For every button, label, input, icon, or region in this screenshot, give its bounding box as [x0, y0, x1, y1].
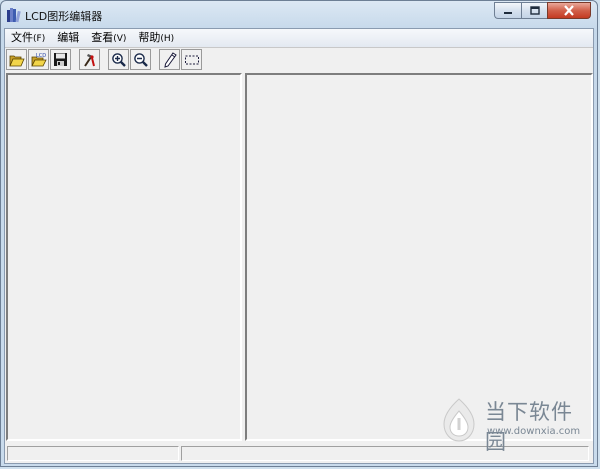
maximize-icon — [529, 6, 540, 15]
open-button[interactable] — [6, 49, 27, 70]
zoom-out-button[interactable] — [130, 49, 151, 70]
zoom-in-button[interactable] — [108, 49, 129, 70]
save-floppy-icon — [54, 53, 67, 66]
close-icon — [564, 5, 574, 16]
open-folder-icon — [8, 55, 25, 66]
menu-help-label: 帮助 — [138, 31, 161, 44]
menu-view-accel: (V) — [113, 34, 127, 44]
watermark-url: www.downxia.com — [487, 426, 581, 437]
menu-view[interactable]: 查看(V) — [85, 29, 132, 47]
maximize-button[interactable] — [521, 2, 547, 19]
select-rectangle-icon — [184, 55, 199, 64]
zoom-out-icon — [133, 52, 148, 67]
canvas-panel[interactable] — [245, 73, 593, 441]
caption-buttons — [494, 2, 591, 19]
left-panel[interactable] — [6, 73, 242, 441]
minimize-icon — [504, 11, 512, 14]
menu-view-label: 查看 — [91, 31, 114, 44]
open-lcd-button[interactable]: LCD — [28, 49, 49, 70]
menu-edit-label: 编辑 — [57, 31, 80, 44]
watermark-logo-icon — [443, 398, 475, 442]
save-button[interactable] — [50, 49, 71, 70]
tools-button[interactable] — [79, 49, 100, 70]
title-bar[interactable]: LCD图形编辑器 — [1, 1, 597, 29]
pencil-button[interactable] — [159, 49, 180, 70]
select-button[interactable] — [181, 49, 202, 70]
tools-icon — [83, 53, 95, 67]
watermark: 当下软件园 www.downxia.com — [435, 392, 585, 454]
pencil-icon — [163, 51, 177, 68]
menu-file-label: 文件 — [11, 31, 33, 44]
menu-edit[interactable]: 编辑 — [51, 29, 85, 47]
toolbar: LCD — [5, 48, 593, 71]
menu-file-accel: (F) — [33, 34, 46, 44]
app-books-icon — [7, 8, 21, 23]
menu-file[interactable]: 文件(F) — [5, 29, 51, 47]
close-button[interactable] — [547, 2, 591, 19]
window-title: LCD图形编辑器 — [25, 10, 103, 23]
zoom-in-icon — [111, 52, 126, 67]
menu-bar: 文件(F) 编辑 查看(V) 帮助(H) — [5, 29, 593, 47]
status-pane-1 — [7, 445, 179, 461]
open-lcd-folder-icon: LCD — [30, 53, 47, 67]
minimize-button[interactable] — [494, 2, 521, 19]
app-window: LCD图形编辑器 文件(F) 编辑 查看(V) 帮助(H) LCD 当下软件园 … — [0, 0, 598, 467]
menu-help[interactable]: 帮助(H) — [132, 29, 180, 47]
menu-help-accel: (H) — [160, 34, 175, 44]
